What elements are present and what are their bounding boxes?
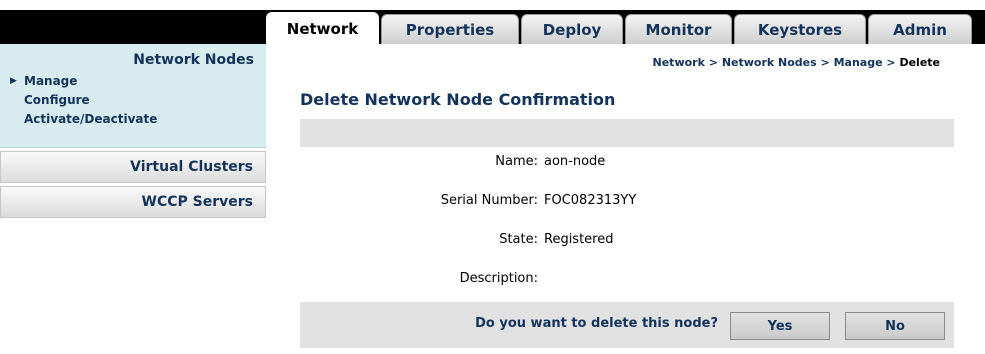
breadcrumb: Network > Network Nodes > Manage > Delet… [653,56,940,69]
tab-admin[interactable]: Admin [868,14,972,44]
sidebar-item-configure[interactable]: Configure [10,91,256,110]
breadcrumb-network[interactable]: Network [653,56,705,69]
sidebar: Network Nodes ▶ Manage Configure Activat… [0,44,266,354]
tab-keystores[interactable]: Keystores [734,14,866,44]
field-label: Name: [495,154,538,169]
sidebar-network-nodes-section: Network Nodes ▶ Manage Configure Activat… [0,44,266,148]
yes-button[interactable]: Yes [730,312,830,340]
sidebar-item-label: Manage [24,74,78,88]
sidebar-item-activate-deactivate[interactable]: Activate/Deactivate [10,110,256,129]
sidebar-item-label: Activate/Deactivate [24,112,158,126]
no-button[interactable]: No [845,312,945,340]
sidebar-section-title: Network Nodes [133,52,254,68]
tab-deploy[interactable]: Deploy [521,14,623,44]
confirm-bar: Do you want to delete this node? Yes No [300,302,954,348]
breadcrumb-separator: > [708,56,718,69]
form-header-strip [300,119,954,147]
main-tabs: Network Properties Deploy Monitor Keysto… [266,12,974,44]
field-label: Serial Number: [440,193,538,208]
tab-network[interactable]: Network [266,12,379,44]
tab-properties[interactable]: Properties [381,14,519,44]
top-header: Network Properties Deploy Monitor Keysto… [0,0,985,44]
confirm-question: Do you want to delete this node? [475,316,718,331]
breadcrumb-separator: > [886,56,896,69]
breadcrumb-network-nodes[interactable]: Network Nodes [722,56,817,69]
tab-monitor[interactable]: Monitor [625,14,732,44]
breadcrumb-separator: > [820,56,830,69]
field-row-name: Name: aon-node [300,154,954,174]
field-row-serial-number: Serial Number: FOC082313YY [300,193,954,213]
field-value: aon-node [544,154,606,169]
page-title: Delete Network Node Confirmation [300,90,616,109]
field-row-description: Description: [300,271,954,291]
field-label: State: [499,232,538,247]
sidebar-item-wccp-servers[interactable]: WCCP Servers [0,186,266,218]
main-content: Network > Network Nodes > Manage > Delet… [266,44,985,354]
header-left-band [0,10,266,44]
sidebar-item-manage[interactable]: ▶ Manage [10,72,256,91]
sidebar-item-virtual-clusters[interactable]: Virtual Clusters [0,151,266,183]
sidebar-links: ▶ Manage Configure Activate/Deactivate [10,72,256,129]
breadcrumb-manage[interactable]: Manage [834,56,883,69]
sidebar-item-label: Configure [24,93,90,107]
field-row-state: State: Registered [300,232,954,252]
right-triangle-icon: ▶ [10,76,17,86]
field-value: Registered [544,232,614,247]
breadcrumb-current: Delete [899,56,940,69]
field-value: FOC082313YY [544,193,637,208]
field-label: Description: [459,271,538,286]
